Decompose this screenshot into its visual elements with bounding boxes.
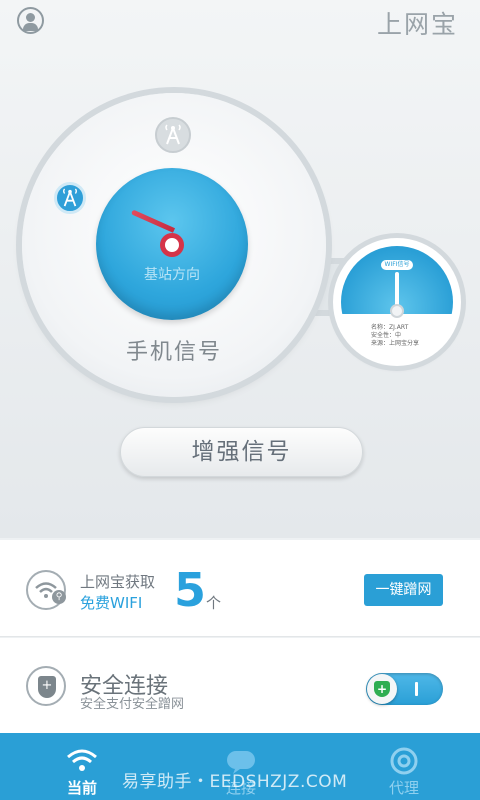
wifi-signal-tag: WIFI信号 (381, 260, 413, 270)
watermark-text: 易享助手・EEDSHZJZ.COM (122, 772, 348, 792)
wifi-dial-hub (390, 304, 404, 318)
wifi-search-icon: ⚲ (26, 570, 66, 610)
search-icon: ⚲ (52, 590, 66, 604)
signal-label: 手机信号 (125, 340, 222, 365)
shield-icon: + (26, 666, 66, 706)
shield-icon: + (374, 681, 390, 697)
tab-current-label: 当前 (66, 779, 97, 797)
shield-plus-icon: + (38, 676, 56, 698)
safe-connect-subtitle: 安全支付安全蹭网 (80, 697, 185, 712)
toggle-on-indicator (415, 682, 418, 696)
boost-signal-button[interactable]: 增强信号 (120, 427, 363, 477)
user-head-shape (26, 13, 35, 22)
tab-proxy-label: 代理 (388, 779, 419, 797)
tab-current[interactable]: 当前 (42, 733, 122, 800)
wifi-line2: 免费WIFI (80, 594, 143, 612)
tower-icon[interactable] (54, 182, 86, 214)
toggle-knob[interactable]: + (367, 674, 397, 704)
dial-caption: 基站方向 (144, 267, 200, 283)
one-key-connect-button[interactable]: 一键蹭网 (364, 574, 443, 606)
needle-hub (160, 233, 184, 257)
free-wifi-row: ⚲ 上网宝获取 免费WIFI 5 个 一键蹭网 (0, 540, 480, 637)
user-body-shape (23, 23, 38, 31)
wifi-line1: 上网宝获取 (80, 573, 156, 591)
wifi-info: 名称：ZJ.ART 安全性：中 来源：上网宝分享 (371, 324, 451, 348)
chrome-icon (390, 747, 418, 775)
wifi-info-name: 名称：ZJ.ART (371, 324, 409, 331)
user-icon[interactable] (17, 7, 44, 34)
tower-icon[interactable] (155, 117, 191, 153)
tab-proxy[interactable]: 代理 (364, 733, 444, 800)
wifi-info-security: 安全性：中 (371, 332, 402, 339)
wifi-icon (67, 749, 97, 771)
safe-connect-toggle[interactable]: + (366, 673, 443, 705)
wifi-count-unit: 个 (206, 594, 222, 612)
wifi-count: 5 (174, 563, 207, 617)
wifi-dial-face: WIFI信号 名称：ZJ.ART 安全性：中 来源：上网宝分享 (341, 246, 453, 358)
app-title: 上网宝 (376, 10, 458, 39)
safe-connect-row: + 安全连接 安全支付安全蹭网 + (0, 638, 480, 733)
wifi-info-source: 来源：上网宝分享 (371, 340, 420, 347)
